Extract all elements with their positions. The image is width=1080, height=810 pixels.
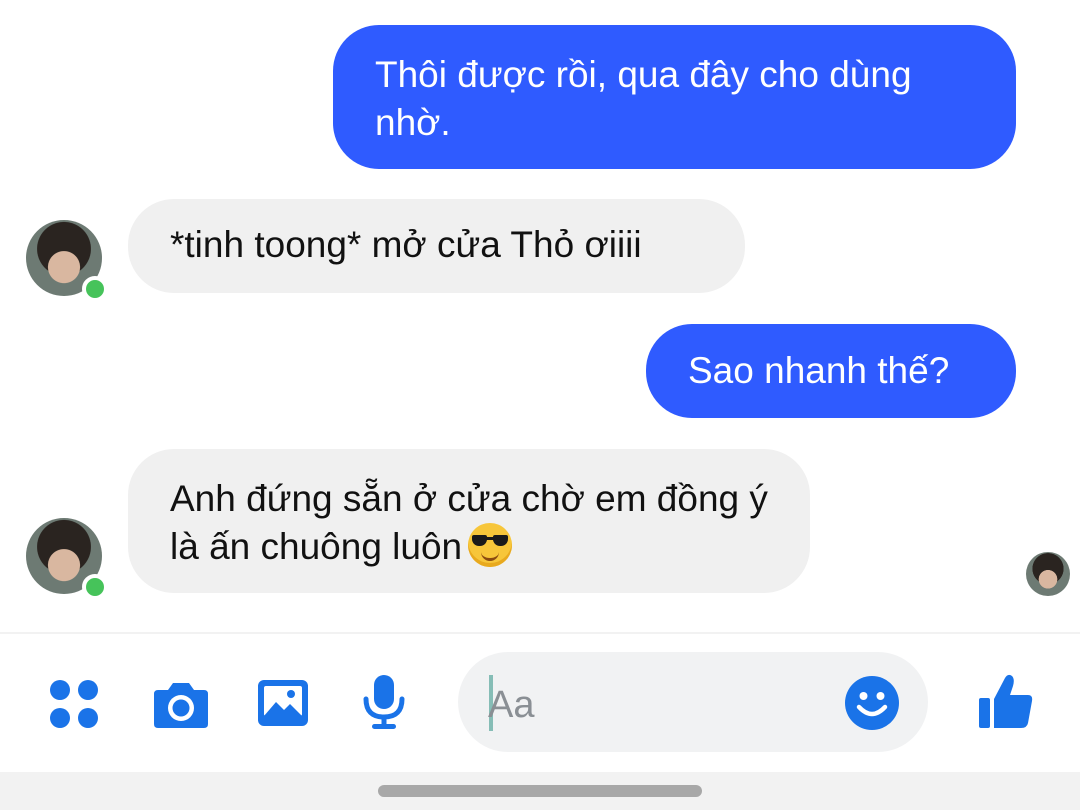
message-input-placeholder: Aa: [488, 684, 535, 726]
microphone-icon[interactable]: [362, 673, 406, 731]
sunglasses-emoji-icon: [468, 523, 513, 567]
message-bubble-incoming[interactable]: Anh đứng sẵn ở cửa chờ em đồng ý là ấn c…: [128, 449, 810, 593]
message-bubble-outgoing[interactable]: Sao nhanh thế?: [646, 324, 1016, 418]
contact-avatar[interactable]: [26, 220, 108, 302]
camera-icon[interactable]: [152, 678, 210, 730]
home-gesture-handle[interactable]: [378, 785, 702, 797]
message-text: Sao nhanh thế?: [688, 350, 950, 391]
contact-avatar[interactable]: [26, 518, 108, 600]
emoji-icon[interactable]: [844, 675, 900, 731]
message-text: Thôi được rồi, qua đây cho dùng nhờ.: [375, 54, 912, 143]
message-bubble-incoming[interactable]: *tinh toong* mở cửa Thỏ ơiiii: [128, 199, 745, 293]
conversation: Thôi được rồi, qua đây cho dùng nhờ. *ti…: [0, 0, 1080, 630]
online-status-dot: [82, 276, 108, 302]
thumbs-up-icon[interactable]: [977, 672, 1035, 732]
message-bubble-outgoing[interactable]: Thôi được rồi, qua đây cho dùng nhờ.: [333, 25, 1016, 169]
image-icon[interactable]: [256, 678, 310, 728]
online-status-dot: [82, 574, 108, 600]
apps-icon[interactable]: [50, 680, 98, 728]
message-text: *tinh toong* mở cửa Thỏ ơiiii: [170, 224, 642, 265]
seen-receipt-avatar: [1026, 552, 1070, 596]
